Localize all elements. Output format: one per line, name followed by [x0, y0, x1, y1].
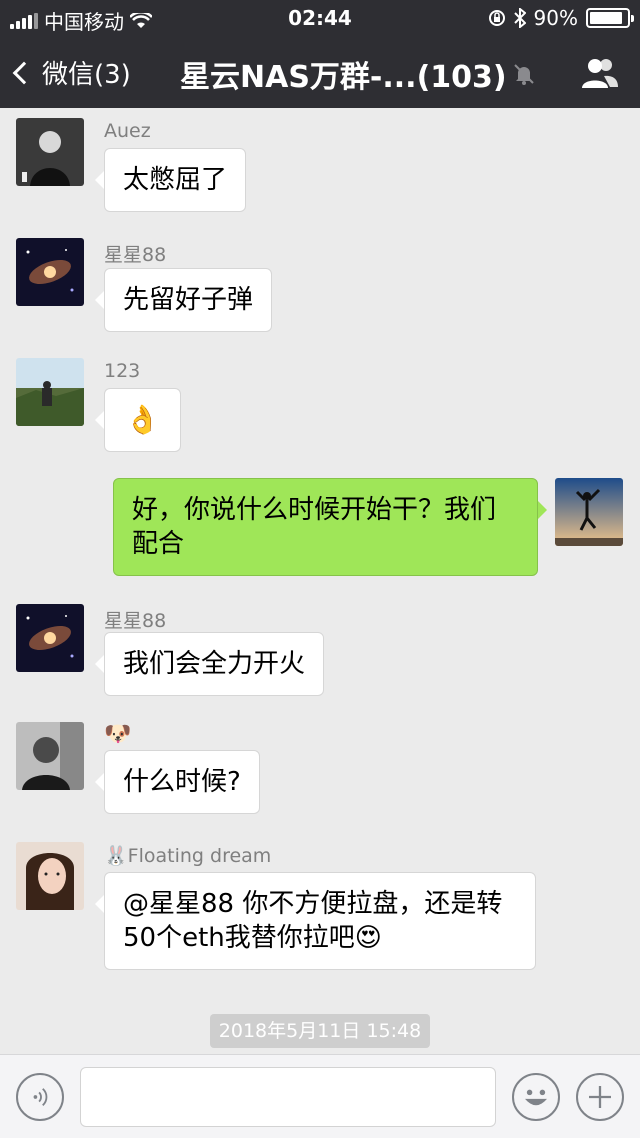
status-bar: 中国移动 02:44 90%	[0, 0, 640, 36]
emoji-icon[interactable]	[512, 1073, 560, 1121]
battery-percent: 90%	[533, 6, 578, 30]
message-row: 星星88 先留好子弹	[0, 238, 640, 338]
message-row: Auez 太憋屈了	[0, 118, 640, 218]
status-right: 90%	[488, 6, 634, 30]
avatar[interactable]	[16, 358, 84, 426]
message-bubble[interactable]: 先留好子弹	[94, 268, 273, 332]
avatar[interactable]	[16, 842, 84, 910]
message-bubble[interactable]: 我们会全力开火	[94, 632, 325, 696]
chat-title: 星云NAS万群-...(103)	[180, 60, 507, 95]
back-label: 微信(3)	[42, 60, 131, 90]
battery-icon	[586, 8, 634, 28]
avatar-self[interactable]	[555, 478, 623, 546]
message-row: 123 👌	[0, 358, 640, 458]
message-row: 🐰Floating dream @星星88 你不方便拉盘，还是转50个eth我替…	[0, 842, 640, 982]
message-row: 星星88 我们会全力开火	[0, 604, 640, 704]
message-bubble[interactable]: 什么时候?	[95, 750, 260, 814]
avatar[interactable]	[16, 722, 84, 790]
add-icon[interactable]	[576, 1073, 624, 1121]
avatar[interactable]	[16, 118, 84, 186]
message-bubble[interactable]: 👌	[95, 388, 181, 452]
back-button[interactable]: 微信(3)	[12, 54, 131, 91]
bluetooth-icon	[513, 8, 526, 28]
sender-name: Auez	[104, 120, 151, 142]
sender-name: 🐰Floating dream	[104, 845, 272, 867]
message-row: 好，你说什么时候开始干？我们配合	[0, 478, 640, 588]
group-members-icon[interactable]	[580, 56, 620, 90]
mute-icon	[514, 64, 534, 85]
sender-name: 🐶	[104, 722, 132, 747]
orientation-lock-icon	[488, 10, 505, 26]
avatar[interactable]	[16, 604, 84, 672]
message-bubble-sent[interactable]: 好，你说什么时候开始干？我们配合	[113, 478, 547, 576]
message-bubble[interactable]: @星星88 你不方便拉盘，还是转50个eth我替你拉吧😍	[95, 872, 536, 970]
sender-name: 星星88	[104, 610, 167, 632]
avatar[interactable]	[16, 238, 84, 306]
message-bubble[interactable]: 太憋屈了	[94, 148, 247, 212]
message-input[interactable]	[80, 1067, 496, 1127]
sender-name: 123	[104, 360, 141, 382]
sender-name: 星星88	[104, 244, 167, 266]
chevron-left-icon	[12, 61, 36, 84]
nav-bar: 微信(3) 星云NAS万群-...(103)	[0, 36, 640, 108]
message-row: 🐶 什么时候?	[0, 722, 640, 822]
top-bar: 中国移动 02:44 90% 微信(3) 星云NAS万群-...(103)	[0, 0, 640, 108]
timestamp-chip: 2018年5月11日 15:48	[210, 1014, 430, 1048]
voice-toggle-icon[interactable]	[16, 1073, 64, 1121]
input-bar	[0, 1054, 640, 1138]
